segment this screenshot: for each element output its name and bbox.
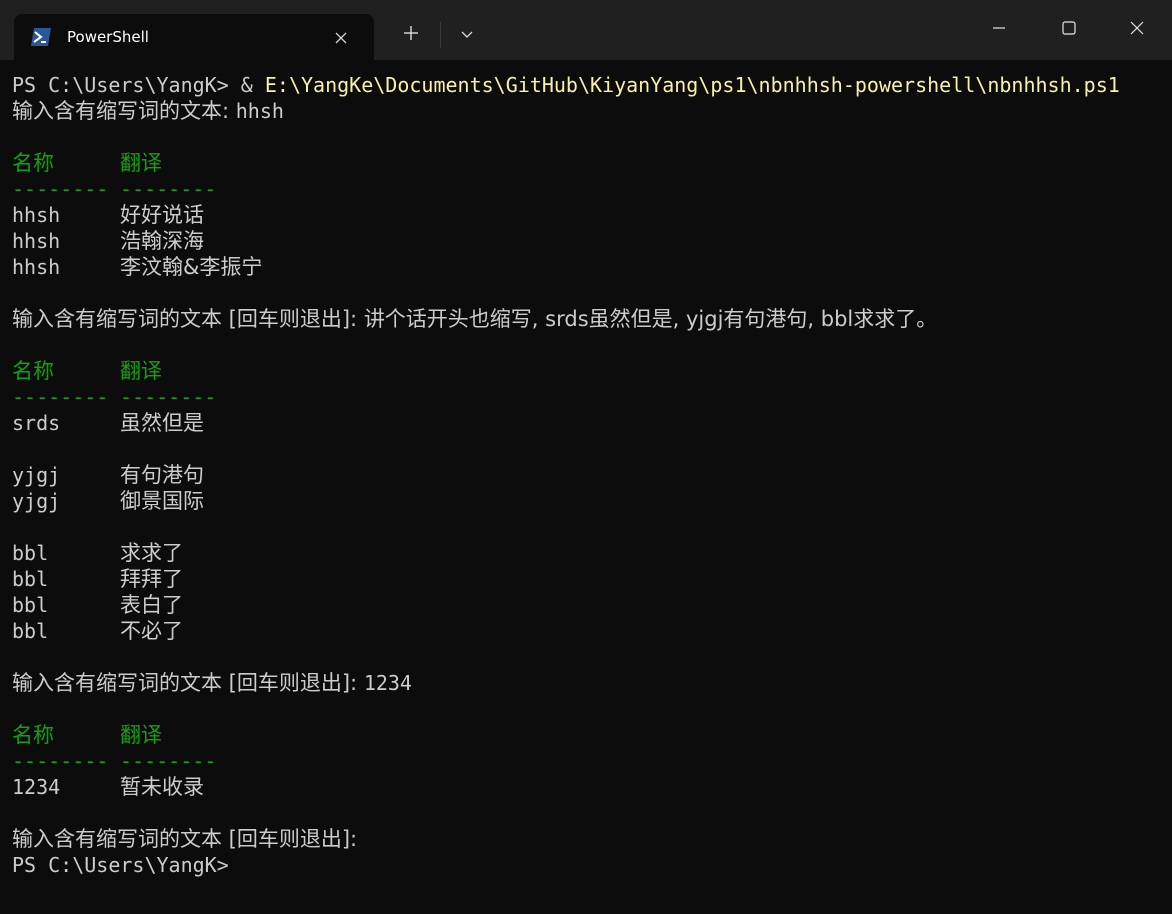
table-header: 名称 翻译	[12, 722, 1120, 748]
header-name: 名称	[12, 723, 54, 747]
row-translation: 不必了	[120, 619, 183, 643]
header-rule-translation: --------	[120, 385, 217, 409]
row-name: bbl	[12, 593, 49, 617]
chevron-down-icon	[460, 26, 474, 44]
tab-powershell[interactable]: PowerShell	[14, 14, 374, 60]
header-translation: 翻译	[120, 151, 162, 175]
input-value: 讲个话开头也缩写, srds虽然但是, yjgj有句港句, bbl求求了。	[363, 307, 938, 331]
table-rule: -------- --------	[12, 748, 1120, 774]
row-name: yjgj	[12, 463, 61, 487]
input-prompt-label: 输入含有缩写词的文本:	[12, 99, 236, 123]
maximize-button[interactable]	[1034, 0, 1104, 60]
title-bar: PowerShell	[0, 0, 1172, 60]
plus-icon	[403, 25, 419, 46]
table-row: bbl 表白了	[12, 592, 1120, 618]
table-rule: -------- --------	[12, 176, 1120, 202]
row-translation: 御景国际	[120, 489, 204, 513]
input-prompt-4: 输入含有缩写词的文本 [回车则退出]:	[12, 826, 1120, 852]
row-name: bbl	[12, 567, 49, 591]
input-prompt-label: 输入含有缩写词的文本 [回车则退出]:	[12, 827, 358, 851]
new-tab-button[interactable]	[394, 20, 428, 50]
row-translation: 虽然但是	[120, 411, 204, 435]
window-close-icon	[1129, 20, 1145, 41]
table-rule: -------- --------	[12, 384, 1120, 410]
table-row: bbl 拜拜了	[12, 566, 1120, 592]
row-translation: 拜拜了	[120, 567, 183, 591]
close-icon[interactable]	[330, 27, 352, 49]
window-close-button[interactable]	[1102, 0, 1172, 60]
row-translation: 李汶翰&李振宁	[120, 255, 263, 279]
header-rule-translation: --------	[120, 177, 217, 201]
row-translation: 求求了	[120, 541, 183, 565]
input-prompt-3: 输入含有缩写词的文本 [回车则退出]: 1234	[12, 670, 1120, 696]
table-row: hhsh 李汶翰&李振宁	[12, 254, 1120, 280]
prompt: PS C:\Users\YangK>	[12, 853, 229, 877]
table-row: bbl 不必了	[12, 618, 1120, 644]
minimize-button[interactable]	[964, 0, 1034, 60]
prompt: PS C:\Users\YangK>	[12, 73, 241, 97]
row-name: yjgj	[12, 489, 61, 513]
row-translation: 暂未收录	[120, 775, 204, 799]
row-name: bbl	[12, 619, 49, 643]
header-name: 名称	[12, 359, 54, 383]
maximize-icon	[1061, 20, 1077, 41]
table-row: hhsh 好好说话	[12, 202, 1120, 228]
table-header: 名称 翻译	[12, 358, 1120, 384]
header-translation: 翻译	[120, 359, 162, 383]
input-value: hhsh	[235, 99, 284, 123]
header-rule-name: --------	[12, 385, 109, 409]
table-row: 1234 暂未收录	[12, 774, 1120, 800]
header-translation: 翻译	[120, 723, 162, 747]
header-rule-name: --------	[12, 749, 109, 773]
terminal-output[interactable]: PS C:\Users\YangK> & E:\YangKe\Documents…	[0, 60, 1172, 914]
input-value: 1234	[363, 671, 412, 695]
input-prompt-label: 输入含有缩写词的文本 [回车则退出]:	[12, 307, 364, 331]
header-name: 名称	[12, 151, 54, 175]
row-translation: 浩翰深海	[120, 229, 204, 253]
table-row: srds 虽然但是	[12, 410, 1120, 436]
powershell-icon	[30, 27, 52, 47]
row-name: hhsh	[12, 203, 61, 227]
table-row: yjgj 有句港句	[12, 462, 1120, 488]
header-rule-translation: --------	[120, 749, 217, 773]
row-name: bbl	[12, 541, 49, 565]
row-translation: 表白了	[120, 593, 183, 617]
table-header: 名称 翻译	[12, 150, 1120, 176]
tab-title: PowerShell	[67, 28, 149, 46]
row-name: hhsh	[12, 255, 61, 279]
tab-divider	[440, 22, 441, 48]
command-path: E:\YangKe\Documents\GitHub\KiyanYang\ps1…	[264, 73, 1120, 97]
minimize-icon	[992, 21, 1006, 40]
table-row: yjgj 御景国际	[12, 488, 1120, 514]
terminal-lines: PS C:\Users\YangK> & E:\YangKe\Documents…	[12, 72, 1120, 878]
row-name: 1234	[12, 775, 61, 799]
input-prompt-2: 输入含有缩写词的文本 [回车则退出]: 讲个话开头也缩写, srds虽然但是, …	[12, 306, 1120, 332]
profile-dropdown-button[interactable]	[450, 20, 484, 50]
header-rule-name: --------	[12, 177, 109, 201]
row-name: hhsh	[12, 229, 61, 253]
table-row: hhsh 浩翰深海	[12, 228, 1120, 254]
table-row: bbl 求求了	[12, 540, 1120, 566]
row-translation: 好好说话	[120, 203, 204, 227]
input-prompt-label: 输入含有缩写词的文本 [回车则退出]:	[12, 671, 364, 695]
final-prompt[interactable]: PS C:\Users\YangK>	[12, 852, 1120, 878]
row-translation: 有句港句	[120, 463, 204, 487]
input-prompt-1: 输入含有缩写词的文本: hhsh	[12, 98, 1120, 124]
command-line: PS C:\Users\YangK> & E:\YangKe\Documents…	[12, 72, 1120, 98]
row-name: srds	[12, 411, 61, 435]
command-operator: &	[240, 73, 265, 97]
